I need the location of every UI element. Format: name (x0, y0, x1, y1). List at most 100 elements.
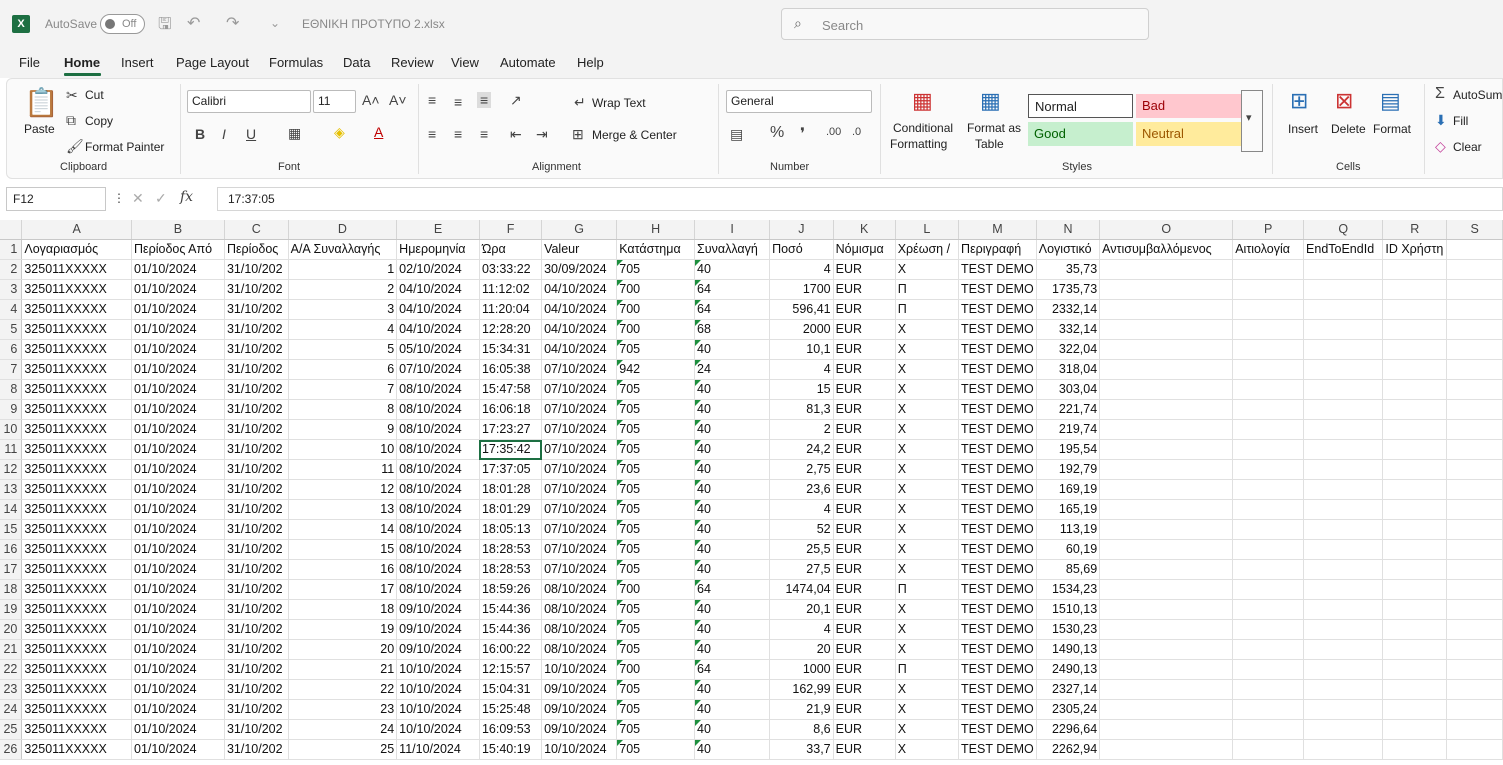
cell[interactable]: 01/10/2024 (131, 639, 225, 660)
cell[interactable]: 64 (694, 579, 771, 600)
increase-font-icon[interactable]: A˄ (362, 92, 380, 108)
menu-automate[interactable]: Automate (500, 55, 556, 70)
cell[interactable]: EUR (833, 559, 896, 580)
cell[interactable]: Χ (895, 459, 960, 480)
cell[interactable] (1099, 319, 1234, 340)
cell[interactable]: TEST DEMO (958, 459, 1037, 480)
file-name[interactable]: ΕΘΝΙΚΗ ΠΡΟΤΥΠΟ 2.xlsx (302, 17, 445, 31)
cell[interactable]: EUR (833, 279, 896, 300)
cell[interactable]: 1530,23 (1036, 619, 1101, 640)
percent-icon[interactable]: % (770, 124, 784, 142)
cell[interactable]: 07/10/2024 (541, 419, 618, 440)
cell[interactable]: 04/10/2024 (396, 299, 480, 320)
column-header-r[interactable]: R (1382, 220, 1448, 240)
header-cell[interactable]: Χρέωση / (895, 239, 960, 260)
cell[interactable]: 325011XXXXX (21, 559, 132, 580)
spreadsheet-table[interactable]: ABCDEFGHIJKLMNOPQRS 1 Λογαριασμός Περίοδος… (0, 220, 1503, 760)
cell[interactable]: 40 (694, 699, 771, 720)
cell[interactable]: 705 (616, 599, 696, 620)
cell[interactable]: 1534,23 (1036, 579, 1101, 600)
cell[interactable]: 31/10/202 (224, 319, 289, 340)
cell[interactable]: 64 (694, 299, 771, 320)
cell[interactable] (1446, 699, 1503, 720)
cell[interactable]: 3 (288, 299, 398, 320)
cell[interactable] (1099, 259, 1234, 280)
cell[interactable]: 325011XXXXX (21, 539, 132, 560)
cell[interactable]: 64 (694, 659, 771, 680)
cell[interactable]: 192,79 (1036, 459, 1101, 480)
cell[interactable] (1099, 459, 1234, 480)
cell[interactable]: 01/10/2024 (131, 479, 225, 500)
cell[interactable]: 15:40:19 (479, 739, 543, 760)
style-good[interactable]: Good (1028, 122, 1133, 146)
cell[interactable] (1232, 259, 1305, 280)
cell[interactable]: 219,74 (1036, 419, 1101, 440)
cell[interactable]: 325011XXXXX (21, 719, 132, 740)
cell[interactable] (1099, 739, 1234, 760)
cell[interactable] (1232, 439, 1305, 460)
cell[interactable]: 31/10/202 (224, 739, 289, 760)
cell[interactable]: EUR (833, 719, 896, 740)
row-header[interactable]: 16 (0, 539, 23, 560)
cell[interactable]: 01/10/2024 (131, 659, 225, 680)
cell[interactable]: 01/10/2024 (131, 459, 225, 480)
cell[interactable]: 20 (769, 639, 834, 660)
cell[interactable]: 07/10/2024 (541, 519, 618, 540)
cell[interactable]: 31/10/202 (224, 519, 289, 540)
cell[interactable]: 08/10/2024 (396, 419, 480, 440)
menu-review[interactable]: Review (391, 55, 434, 70)
cell[interactable]: 09/10/2024 (396, 599, 480, 620)
cell[interactable]: 325011XXXXX (21, 679, 132, 700)
cell[interactable]: 07/10/2024 (396, 359, 480, 380)
cell[interactable]: 705 (616, 639, 696, 660)
column-header-n[interactable]: N (1036, 220, 1101, 240)
name-box[interactable]: F12 (6, 187, 106, 211)
wrap-text-button[interactable]: Wrap Text (592, 96, 646, 110)
row-header[interactable]: 2 (0, 259, 23, 280)
cell[interactable]: 705 (616, 519, 696, 540)
cell[interactable]: 40 (694, 599, 771, 620)
cell[interactable]: Χ (895, 319, 960, 340)
cell[interactable]: Χ (895, 259, 960, 280)
save-icon[interactable]: 🖫 (158, 13, 172, 40)
cell[interactable]: 325011XXXXX (21, 699, 132, 720)
cell[interactable]: 303,04 (1036, 379, 1101, 400)
cell[interactable]: TEST DEMO (958, 679, 1037, 700)
cell[interactable] (1099, 719, 1234, 740)
cell[interactable] (1446, 559, 1503, 580)
cell[interactable] (1382, 339, 1448, 360)
cell[interactable]: 15:44:36 (479, 599, 543, 620)
row-header[interactable]: 21 (0, 639, 23, 660)
cell[interactable]: 01/10/2024 (131, 579, 225, 600)
cell[interactable] (1382, 539, 1448, 560)
cell[interactable] (1232, 459, 1305, 480)
cell[interactable]: 08/10/2024 (396, 399, 480, 420)
cell[interactable]: 04/10/2024 (541, 319, 618, 340)
cancel-icon[interactable]: ✕ (132, 190, 144, 207)
cell[interactable]: 40 (694, 479, 771, 500)
cell[interactable] (1099, 619, 1234, 640)
cell[interactable] (1099, 339, 1234, 360)
cell[interactable]: 11:20:04 (479, 299, 543, 320)
cell[interactable]: 04/10/2024 (541, 279, 618, 300)
cell[interactable]: 52 (769, 519, 834, 540)
cell[interactable] (1099, 359, 1234, 380)
cell[interactable] (1446, 519, 1503, 540)
cell[interactable]: Π (895, 299, 960, 320)
column-header-f[interactable]: F (479, 220, 543, 240)
cell[interactable] (1232, 359, 1305, 380)
cell[interactable] (1446, 459, 1503, 480)
accounting-format-icon[interactable]: ▤ (730, 126, 743, 143)
column-header-d[interactable]: D (288, 220, 398, 240)
cell[interactable]: 2 (769, 419, 834, 440)
cell[interactable]: 08/10/2024 (396, 479, 480, 500)
cell[interactable]: 31/10/202 (224, 599, 289, 620)
cell[interactable]: Χ (895, 639, 960, 660)
cell[interactable]: 18:59:26 (479, 579, 543, 600)
cell[interactable]: 10,1 (769, 339, 834, 360)
menu-file[interactable]: File (19, 55, 40, 70)
cell[interactable]: 705 (616, 719, 696, 740)
cell[interactable]: 325011XXXXX (21, 499, 132, 520)
cell[interactable] (1232, 539, 1305, 560)
cell[interactable] (1099, 419, 1234, 440)
